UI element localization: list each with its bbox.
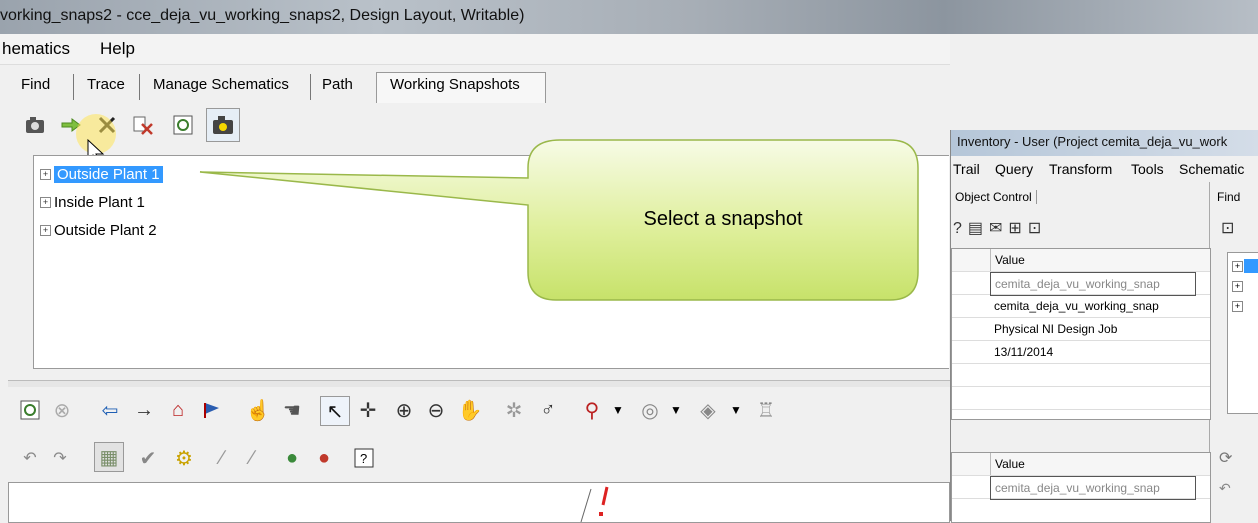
camera-icon[interactable]: ⊡: [1221, 218, 1234, 238]
flag-icon[interactable]: [198, 396, 226, 424]
grid-row[interactable]: 13/11/2014: [952, 341, 1210, 364]
forward-arrow-icon[interactable]: →: [130, 396, 158, 424]
edit-schema-icon[interactable]: ▦: [94, 442, 124, 472]
menu-item-tools[interactable]: Tools: [1131, 161, 1164, 177]
help-icon[interactable]: ?: [350, 444, 378, 472]
grid-header: Value: [952, 453, 1210, 476]
grid-row[interactable]: Physical NI Design Job: [952, 318, 1210, 341]
tab-object-control[interactable]: Object Control: [955, 190, 1037, 204]
globe-remove-icon[interactable]: ●: [310, 444, 338, 472]
grid-row[interactable]: cemita_deja_vu_working_snap: [952, 272, 1210, 296]
inventory-title-bar: Inventory - User (Project cemita_deja_vu…: [951, 130, 1258, 156]
find-tree: + + +: [1227, 252, 1258, 414]
zoom-out-icon[interactable]: ⊖: [422, 396, 450, 424]
inventory-window-title: Inventory - User (Project cemita_deja_vu…: [957, 134, 1228, 149]
back-arrow-icon[interactable]: ⇦: [96, 396, 124, 424]
line-draw-icon[interactable]: ∕: [208, 444, 236, 472]
grid-row[interactable]: [952, 364, 1210, 387]
grid-cell-value[interactable]: cemita_deja_vu_working_snap: [990, 295, 1159, 317]
chevron-down-icon[interactable]: ▼: [604, 396, 632, 424]
refresh-icon[interactable]: ⟳: [1219, 448, 1232, 468]
callout-bubble: [199, 139, 919, 301]
map-canvas[interactable]: [8, 482, 950, 523]
layer-icon[interactable]: ◎: [636, 396, 664, 424]
column-header-value: Value: [990, 453, 1025, 475]
pan-hand-icon[interactable]: ☝: [244, 396, 272, 424]
object-control-tab-row: Object Control: [951, 186, 1211, 210]
trace-icon[interactable]: ⚲: [578, 396, 606, 424]
chevron-down-icon[interactable]: ▼: [722, 396, 750, 424]
object-toolbar-icons[interactable]: ?▤✉⊞⊡: [953, 218, 1047, 238]
checkmark-icon[interactable]: ✔: [134, 444, 162, 472]
menu-item-schematic[interactable]: Schematic: [1179, 161, 1244, 177]
undo-icon[interactable]: ↶: [1219, 480, 1231, 497]
inventory-menu-bar: Trail Query Transform Tools Schematic: [951, 158, 1258, 182]
line-edit-icon[interactable]: ∕: [238, 444, 266, 472]
select-pointer-icon[interactable]: ↖: [320, 396, 350, 426]
zoom-in-icon[interactable]: ⊕: [390, 396, 418, 424]
grid-row[interactable]: [952, 387, 1210, 410]
inventory-window: Inventory - User (Project cemita_deja_vu…: [950, 130, 1258, 523]
properties-grid: Value cemita_deja_vu_working_snap cemita…: [951, 248, 1211, 420]
grid-header: Value: [952, 249, 1210, 272]
grid-cell-value[interactable]: cemita_deja_vu_working_snap: [990, 272, 1196, 296]
grid-cell-value[interactable]: Physical NI Design Job: [990, 318, 1117, 340]
splitter[interactable]: [8, 380, 950, 387]
menu-item-trail[interactable]: Trail: [953, 161, 980, 177]
menu-item-query[interactable]: Query: [995, 161, 1033, 177]
undo-icon[interactable]: ↶: [16, 444, 44, 472]
grab-hand-icon[interactable]: ☚: [278, 396, 306, 424]
map-toolbar: ⊗ ⇦ → ⌂ ☝ ☚ ↖ ✛ ⊕ ⊖ ✋ ✲ ♂ ⚲ ▼ ◎ ▼ ◈ ▼ ♖: [12, 392, 852, 428]
grid-row[interactable]: cemita_deja_vu_working_snap: [952, 295, 1210, 318]
snap-icon[interactable]: ✲: [500, 396, 528, 424]
grid-row[interactable]: cemita_deja_vu_working_snap: [952, 476, 1210, 500]
grid-cell-value[interactable]: cemita_deja_vu_working_snap: [990, 476, 1196, 500]
menu-item-transform[interactable]: Transform: [1049, 161, 1112, 177]
refresh-icon[interactable]: [16, 396, 44, 424]
callout-text: Select a snapshot: [643, 208, 803, 230]
pan-icon[interactable]: ✋: [456, 396, 484, 424]
tab-find[interactable]: Find: [1217, 190, 1240, 204]
stack-icon[interactable]: ◈: [694, 396, 722, 424]
column-header-value: Value: [990, 249, 1025, 271]
properties-grid-2: Value cemita_deja_vu_working_snap: [951, 452, 1211, 523]
stop-icon[interactable]: ⊗: [48, 396, 76, 424]
tower-icon[interactable]: ♖: [752, 396, 780, 424]
edit-toolbar: ↶ ↷ ▦ ✔ ⚙ ∕ ∕ ● ● ?: [12, 440, 432, 476]
chevron-down-icon[interactable]: ▼: [662, 396, 690, 424]
measure-icon[interactable]: ♂: [534, 396, 562, 424]
svg-text:?: ?: [360, 451, 367, 466]
globe-check-icon[interactable]: ●: [278, 444, 306, 472]
redo-icon[interactable]: ↷: [46, 444, 74, 472]
settings-icon[interactable]: ⚙: [170, 444, 198, 472]
home-icon[interactable]: ⌂: [164, 396, 192, 424]
grid-cell-value[interactable]: 13/11/2014: [990, 341, 1053, 363]
crosshair-icon[interactable]: ✛: [354, 396, 382, 424]
